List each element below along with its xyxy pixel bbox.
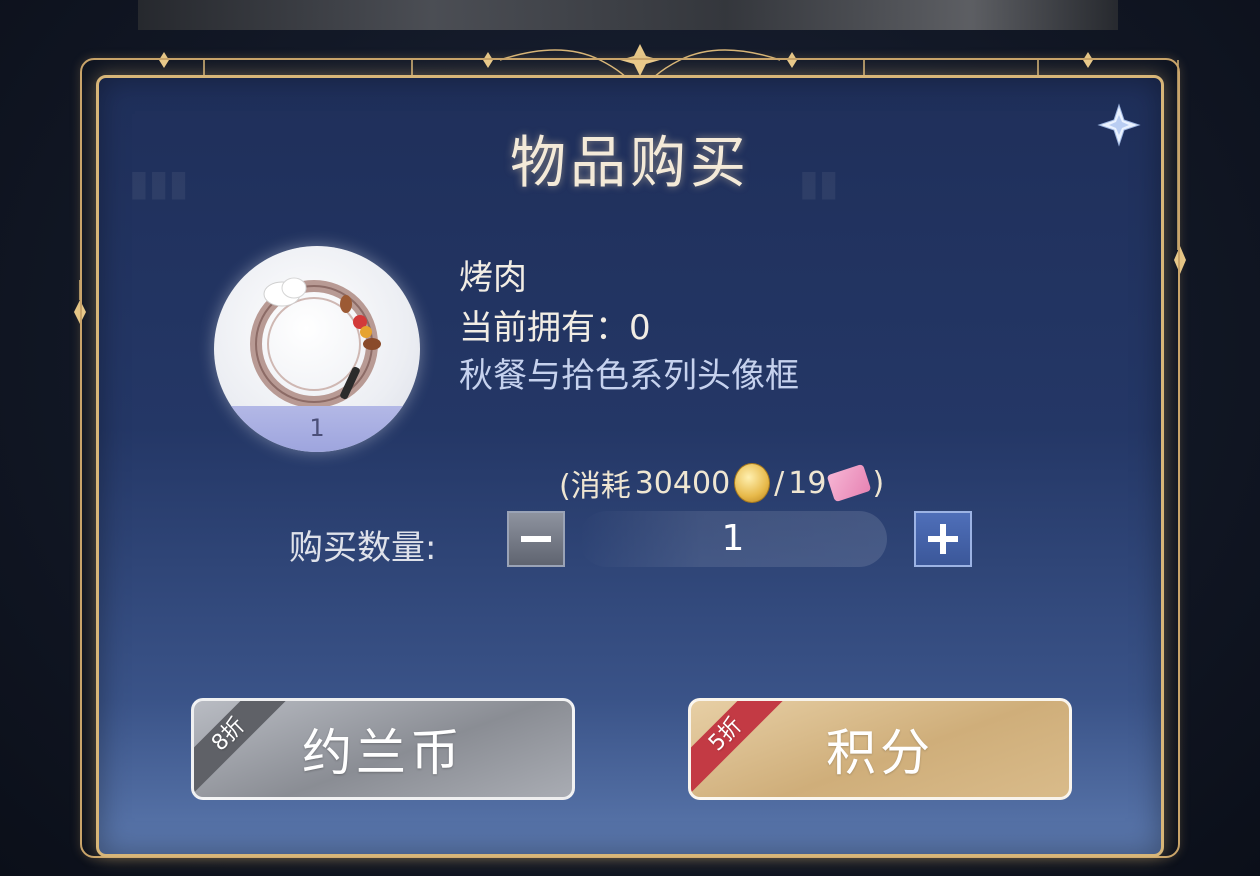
item-preview: 1 xyxy=(214,246,420,452)
purchase-dialog: ▮▮▮ ▮▮ 物品购买 1 烤肉 当前拥有：0 秋餐与拾色系列头像框 (消耗 3… xyxy=(96,75,1164,857)
quantity-label: 购买数量: xyxy=(289,528,437,568)
cost-points-amount: 19 xyxy=(788,465,827,501)
buy-with-coin-button[interactable]: 8折 约兰币 xyxy=(191,698,575,800)
minus-icon xyxy=(521,536,551,542)
cost-separator: / xyxy=(774,465,785,501)
discount-ribbon: 8折 xyxy=(194,701,287,793)
plus-icon xyxy=(928,524,958,554)
discount-ribbon: 5折 xyxy=(691,701,784,793)
cost-suffix: ) xyxy=(872,465,885,501)
pink-ticket-icon xyxy=(827,463,872,503)
quantity-increment-button[interactable] xyxy=(914,511,972,567)
cost-coin-amount: 30400 xyxy=(634,465,731,501)
buy-with-coin-label: 约兰币 xyxy=(302,724,464,782)
cost-line: (消耗 30400 / 19 ) xyxy=(559,461,884,505)
quantity-value[interactable]: 1 xyxy=(579,511,887,567)
item-owned-count: 当前拥有：0 xyxy=(459,308,651,348)
item-series: 秋餐与拾色系列头像框 xyxy=(459,356,799,396)
cost-prefix: (消耗 xyxy=(559,469,631,504)
close-button[interactable] xyxy=(1097,103,1141,147)
gold-coin-icon xyxy=(734,463,771,503)
buy-with-points-label: 积分 xyxy=(826,724,934,782)
item-quantity-badge: 1 xyxy=(214,406,420,452)
item-name: 烤肉 xyxy=(459,258,527,298)
buy-with-points-button[interactable]: 5折 积分 xyxy=(688,698,1072,800)
dialog-title: 物品购买 xyxy=(510,131,750,196)
close-star-icon xyxy=(1097,103,1141,147)
quantity-decrement-button[interactable] xyxy=(507,511,565,567)
